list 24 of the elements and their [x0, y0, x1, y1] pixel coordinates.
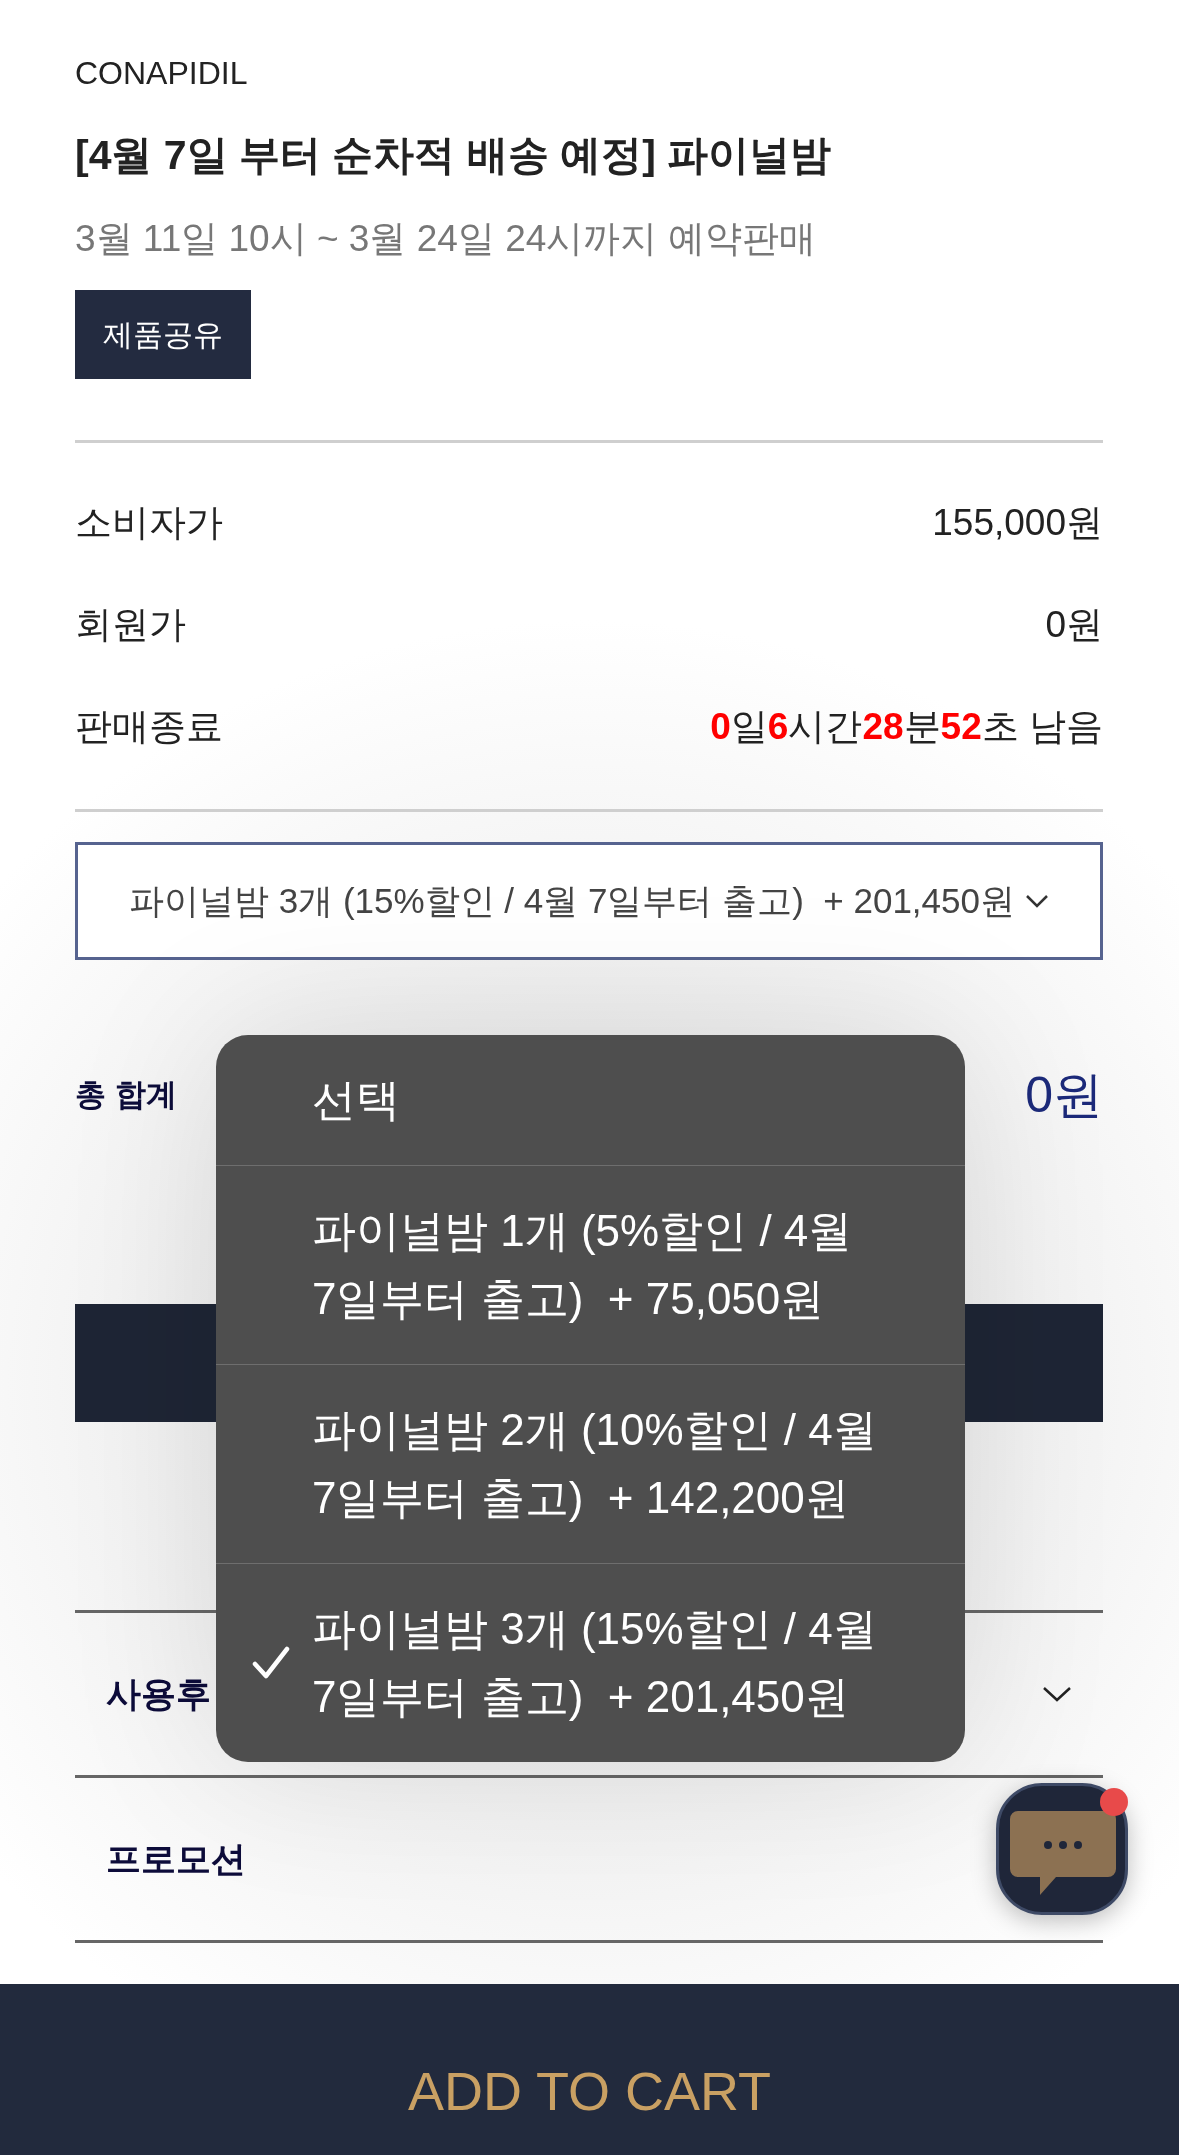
chat-bubble-icon [1010, 1811, 1116, 1895]
chat-button[interactable] [996, 1783, 1128, 1915]
price-label: 회원가 [75, 603, 186, 648]
price-value: 0일6시간28분52초 남음 [710, 705, 1103, 750]
add-to-cart-button[interactable]: ADD TO CART [0, 1984, 1179, 2155]
menu-option[interactable]: 파이널밤 3개 (15%할인 / 4월 7일부터 출고) + 201,450원 [216, 1563, 965, 1762]
chevron-down-icon [1025, 894, 1049, 908]
price-value: 0원 [1045, 603, 1103, 648]
accordion-title[interactable]: 사용후 [106, 1667, 211, 1721]
price-label: 소비자가 [75, 501, 223, 546]
chevron-down-icon[interactable] [1042, 1686, 1072, 1702]
price-label: 판매종료 [75, 705, 223, 750]
total-label: 총 합계 [75, 1075, 177, 1114]
option-select[interactable]: 파이널밤 3개 (15%할인 / 4월 7일부터 출고) + 201,450원 [75, 842, 1103, 960]
menu-option[interactable]: 파이널밤 2개 (10%할인 / 4월 7일부터 출고) + 142,200원 [216, 1364, 965, 1563]
price-value: 155,000원 [932, 501, 1103, 546]
menu-option[interactable]: 파이널밤 1개 (5%할인 / 4월 7일부터 출고) + 75,050원 [216, 1165, 965, 1364]
total-value: 0원 [1025, 1065, 1103, 1125]
sale-period: 3월 11일 10시 ~ 3월 24일 24시까지 예약판매 [75, 217, 817, 261]
menu-option[interactable]: 선택 [216, 1035, 965, 1165]
share-button[interactable]: 제품공유 [75, 290, 251, 379]
brand-name: CONAPIDIL [75, 54, 249, 93]
product-title: [4월 7일 부터 순차적 배송 예정] 파이널밤 [75, 131, 833, 180]
accordion-title[interactable]: 프로모션 [106, 1832, 246, 1886]
